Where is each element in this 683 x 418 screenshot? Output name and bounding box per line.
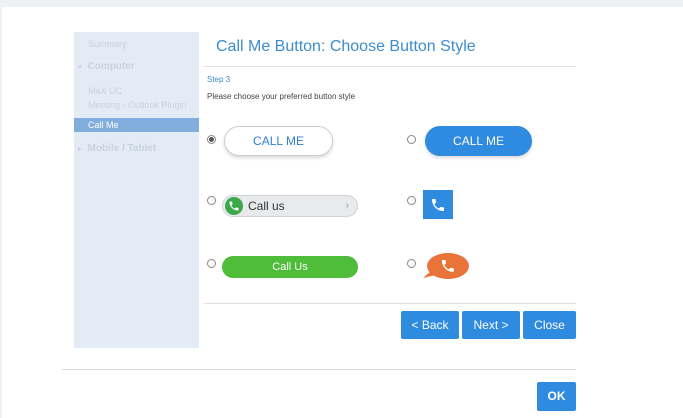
sidebar-item-mobile-tablet[interactable]: ▸ Mobile / Tablet <box>74 143 199 154</box>
style-radio-6[interactable] <box>407 259 416 268</box>
sidebar-item-label: Computer <box>87 61 135 72</box>
chevron-right-icon: › <box>345 200 349 211</box>
sidebar-item-label: Mobile / Tablet <box>87 143 157 154</box>
option-label: Call us <box>248 199 285 213</box>
divider <box>204 66 576 67</box>
phone-icon <box>432 199 444 211</box>
triangle-right-icon: ▸ <box>78 146 82 153</box>
sidebar-item-label: Summary <box>88 39 127 49</box>
call-us-gray-button-option[interactable]: Call us › <box>222 195 358 217</box>
style-radio-2[interactable] <box>407 135 416 144</box>
sidebar-item-summary[interactable]: Summary <box>88 39 213 49</box>
phone-icon <box>225 197 243 215</box>
divider <box>204 303 576 304</box>
speech-bubble-icon <box>423 253 469 279</box>
option-label: CALL ME <box>453 134 504 148</box>
step-label: Step 3 <box>207 75 231 84</box>
option-label: Call Us <box>272 261 308 273</box>
page-title: Call Me Button: Choose Button Style <box>216 38 476 55</box>
style-radio-5[interactable] <box>207 259 216 268</box>
instruction-text: Please choose your preferred button styl… <box>207 92 356 101</box>
call-us-green-button-option[interactable]: Call Us <box>222 256 358 278</box>
close-button[interactable]: Close <box>523 311 576 339</box>
phone-square-button-option[interactable] <box>423 190 453 219</box>
sidebar-item-label: Meeting - Outlook Plugin <box>88 100 187 110</box>
divider <box>62 369 576 370</box>
style-radio-4[interactable] <box>407 196 416 205</box>
sidebar-item-call-me[interactable]: Call Me <box>74 118 199 132</box>
sidebar-item-meeting-outlook-plugin[interactable]: Meeting - Outlook Plugin <box>74 100 199 110</box>
triangle-right-icon: ▾ <box>78 64 82 71</box>
sidebar: Summary ▾ Computer MaX UC Meeting - Outlo… <box>74 32 199 348</box>
ok-button[interactable]: OK <box>537 382 576 411</box>
call-me-blue-button-option[interactable]: CALL ME <box>425 126 532 156</box>
sidebar-item-label: MaX UC <box>88 86 123 96</box>
sidebar-item-max-uc[interactable]: MaX UC <box>74 86 199 96</box>
back-button[interactable]: < Back <box>401 311 459 339</box>
style-radio-1[interactable] <box>207 135 216 144</box>
call-me-white-button-option[interactable]: CALL ME <box>224 126 333 156</box>
sidebar-item-label: Call Me <box>88 120 119 130</box>
option-label: CALL ME <box>253 134 304 148</box>
phone-bubble-button-option[interactable] <box>421 251 471 283</box>
next-button[interactable]: Next > <box>462 311 520 339</box>
style-radio-3[interactable] <box>207 196 216 205</box>
sidebar-item-computer[interactable]: ▾ Computer <box>74 61 199 72</box>
